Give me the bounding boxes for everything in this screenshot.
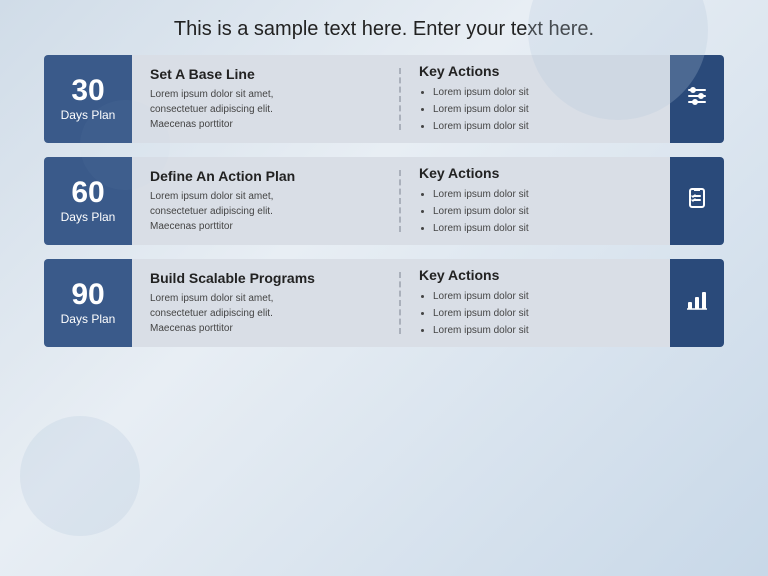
key-actions-list-60: Lorem ipsum dolor sitLorem ipsum dolor s… xyxy=(419,186,652,237)
list-item: Lorem ipsum dolor sit xyxy=(433,220,652,237)
left-body-30: Lorem ipsum dolor sit amet,consectetuer … xyxy=(150,87,383,132)
plan-row-60: 60 Days Plan Define An Action Plan Lorem… xyxy=(44,157,724,245)
day-label-90: Days Plan xyxy=(61,312,116,326)
right-title-90: Key Actions xyxy=(419,267,652,283)
left-body-60: Lorem ipsum dolor sit amet,consectetuer … xyxy=(150,189,383,234)
section-left-30: Set A Base Line Lorem ipsum dolor sit am… xyxy=(132,56,401,142)
day-badge-30: 30 Days Plan xyxy=(44,55,132,143)
day-badge-90: 90 Days Plan xyxy=(44,259,132,347)
day-number-30: 30 xyxy=(71,76,104,106)
list-item: Lorem ipsum dolor sit xyxy=(433,186,652,203)
icon-30 xyxy=(685,84,709,114)
plan-row-30: 30 Days Plan Set A Base Line Lorem ipsum… xyxy=(44,55,724,143)
section-right-90: Key Actions Lorem ipsum dolor sitLorem i… xyxy=(401,259,670,347)
list-item: Lorem ipsum dolor sit xyxy=(433,118,652,135)
left-title-90: Build Scalable Programs xyxy=(150,270,383,286)
icon-badge-60 xyxy=(670,157,724,245)
list-item: Lorem ipsum dolor sit xyxy=(433,305,652,322)
plan-row-90: 90 Days Plan Build Scalable Programs Lor… xyxy=(44,259,724,347)
left-title-30: Set A Base Line xyxy=(150,66,383,82)
day-number-60: 60 xyxy=(71,178,104,208)
left-title-60: Define An Action Plan xyxy=(150,168,383,184)
right-title-30: Key Actions xyxy=(419,63,652,79)
list-item: Lorem ipsum dolor sit xyxy=(433,322,652,339)
page-title: This is a sample text here. Enter your t… xyxy=(0,0,768,55)
day-label-60: Days Plan xyxy=(61,210,116,224)
list-item: Lorem ipsum dolor sit xyxy=(433,288,652,305)
key-actions-list-30: Lorem ipsum dolor sitLorem ipsum dolor s… xyxy=(419,84,652,135)
icon-badge-30 xyxy=(670,55,724,143)
day-badge-60: 60 Days Plan xyxy=(44,157,132,245)
section-right-30: Key Actions Lorem ipsum dolor sitLorem i… xyxy=(401,55,670,143)
icon-90 xyxy=(685,288,709,318)
section-right-60: Key Actions Lorem ipsum dolor sitLorem i… xyxy=(401,157,670,245)
right-title-60: Key Actions xyxy=(419,165,652,181)
day-label-30: Days Plan xyxy=(61,108,116,122)
list-item: Lorem ipsum dolor sit xyxy=(433,101,652,118)
day-number-90: 90 xyxy=(71,280,104,310)
key-actions-list-90: Lorem ipsum dolor sitLorem ipsum dolor s… xyxy=(419,288,652,339)
section-left-90: Build Scalable Programs Lorem ipsum dolo… xyxy=(132,260,401,346)
left-body-90: Lorem ipsum dolor sit amet,consectetuer … xyxy=(150,291,383,336)
section-left-60: Define An Action Plan Lorem ipsum dolor … xyxy=(132,158,401,244)
plan-rows-container: 30 Days Plan Set A Base Line Lorem ipsum… xyxy=(0,55,768,347)
icon-badge-90 xyxy=(670,259,724,347)
list-item: Lorem ipsum dolor sit xyxy=(433,203,652,220)
list-item: Lorem ipsum dolor sit xyxy=(433,84,652,101)
icon-60 xyxy=(685,186,709,216)
